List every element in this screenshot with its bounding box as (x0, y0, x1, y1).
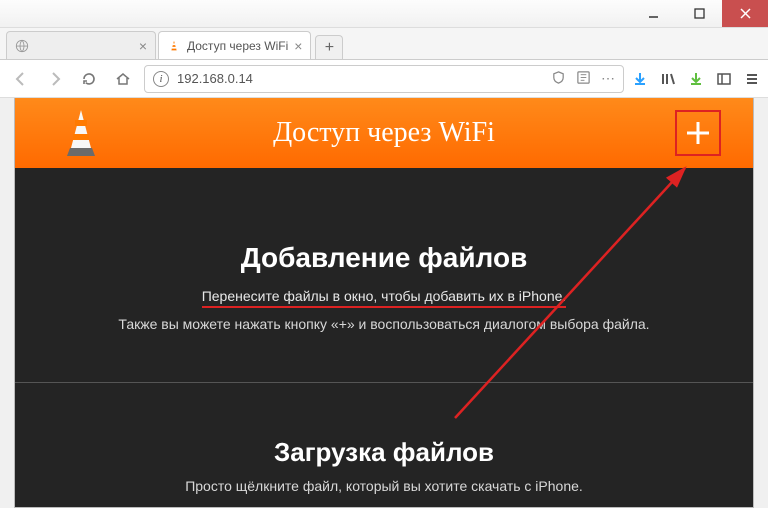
extension-icon[interactable] (688, 71, 704, 87)
menu-button[interactable] (744, 71, 760, 87)
page-body: Добавление файлов Перенесите файлы в окн… (15, 168, 753, 494)
downloads-icon[interactable] (632, 71, 648, 87)
add-files-line1: Перенесите файлы в окно, чтобы добавить … (202, 288, 567, 308)
window-close-button[interactable] (722, 0, 768, 27)
home-button[interactable] (110, 66, 136, 92)
back-button[interactable] (8, 66, 34, 92)
page-title: Доступ через WiFi (273, 117, 495, 149)
tab-title: Доступ через WiFi (187, 39, 288, 53)
tab-inactive[interactable]: × (6, 31, 156, 59)
window-titlebar (0, 0, 768, 28)
close-icon[interactable]: × (139, 38, 147, 54)
close-icon[interactable]: × (294, 38, 302, 54)
add-file-button[interactable] (675, 110, 721, 156)
new-tab-button[interactable]: + (315, 35, 343, 59)
address-bar[interactable]: i 192.168.0.14 ⋯ (144, 65, 624, 93)
window-maximize-button[interactable] (676, 0, 722, 27)
add-files-heading: Добавление файлов (45, 242, 723, 274)
site-info-icon[interactable]: i (153, 71, 169, 87)
section-divider (15, 382, 753, 383)
globe-icon (15, 39, 29, 53)
library-icon[interactable] (660, 71, 676, 87)
reader-mode-icon[interactable] (576, 70, 591, 88)
tracking-shield-icon[interactable] (551, 70, 566, 88)
page-content: Доступ через WiFi Добавление файлов Пере… (14, 98, 754, 508)
dropdown-icon[interactable]: ⋯ (601, 70, 615, 88)
address-text: 192.168.0.14 (177, 71, 253, 86)
tab-strip: × Доступ через WiFi × + (0, 28, 768, 60)
downloads-line1: Просто щёлкните файл, который вы хотите … (45, 478, 723, 494)
window-minimize-button[interactable] (630, 0, 676, 27)
app-header: Доступ через WiFi (15, 98, 753, 168)
forward-button[interactable] (42, 66, 68, 92)
url-toolbar: i 192.168.0.14 ⋯ (0, 60, 768, 98)
downloads-heading: Загрузка файлов (45, 437, 723, 468)
add-files-line2: Также вы можете нажать кнопку «+» и восп… (45, 316, 723, 332)
vlc-logo-icon (63, 108, 99, 163)
tab-active[interactable]: Доступ через WiFi × (158, 31, 311, 59)
reload-button[interactable] (76, 66, 102, 92)
sidebar-icon[interactable] (716, 71, 732, 87)
vlc-icon (167, 39, 181, 53)
